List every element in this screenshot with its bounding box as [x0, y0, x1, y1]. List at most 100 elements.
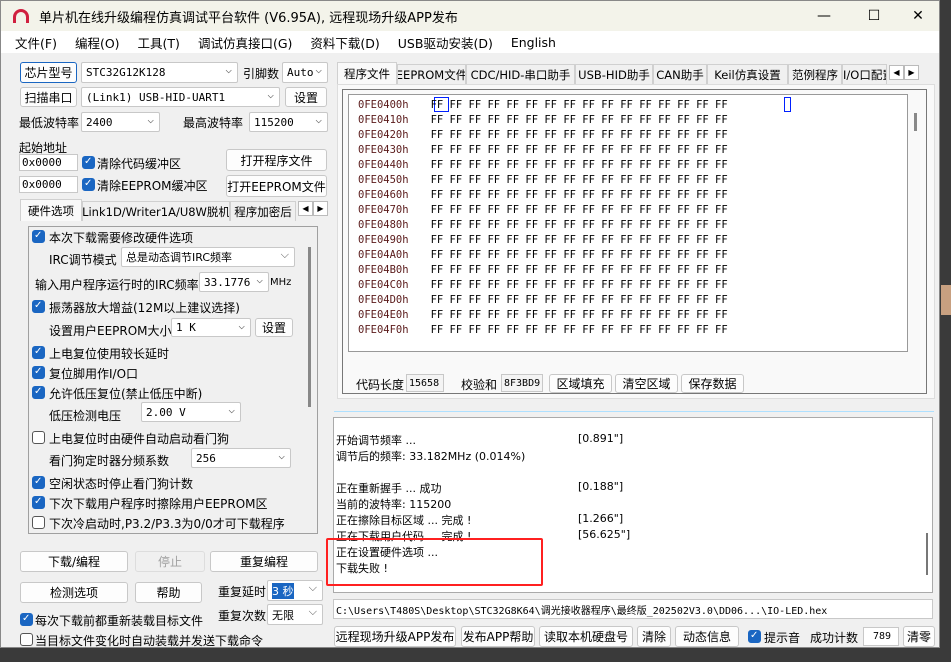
modify-hw-options-label: 本次下载需要修改硬件选项 [49, 231, 194, 245]
menu-file[interactable]: 文件(F) [15, 33, 57, 52]
hex-address: 0FE04A0h [358, 249, 409, 261]
chip-model-button[interactable]: 芯片型号 [20, 62, 77, 83]
hex-bytes: FF FF FF FF FF FF FF FF FF FF FF FF FF F… [430, 324, 728, 336]
minimize-button[interactable]: — [801, 1, 847, 31]
hex-row: 0FE0480h FF FF FF FF FF FF FF FF FF FF FF… [358, 219, 728, 234]
save-data-button[interactable]: 保存数据 [681, 374, 744, 393]
hex-scrollbar[interactable] [914, 113, 917, 131]
open-eeprom-file-button[interactable]: 打开EEPROM文件 [226, 175, 327, 197]
code-length-label: 代码长度 [356, 378, 405, 392]
menu-tools[interactable]: 工具(T) [138, 33, 180, 52]
tab-encryption[interactable]: 程序加密后 [230, 201, 296, 221]
repeat-program-button[interactable]: 重复编程 [210, 551, 318, 572]
stop-button[interactable]: 停止 [135, 551, 205, 572]
clear-area-button[interactable]: 清空区域 [615, 374, 678, 393]
download-program-button[interactable]: 下载/编程 [20, 551, 128, 572]
cold-boot-checkbox[interactable] [32, 516, 45, 529]
read-disk-id-button[interactable]: 读取本机硬盘号 [539, 626, 633, 647]
tab-keil-sim[interactable]: Keil仿真设置 [707, 64, 788, 84]
menu-downloads[interactable]: 资料下载(D) [310, 33, 379, 52]
hex-row: 0FE0440h FF FF FF FF FF FF FF FF FF FF FF… [358, 159, 728, 174]
menu-program[interactable]: 编程(O) [75, 33, 120, 52]
tab-eeprom-file[interactable]: EEPROM文件 [397, 64, 466, 84]
tab-usb-hid[interactable]: USB-HID助手 [575, 64, 653, 84]
modify-hw-options-checkbox[interactable] [32, 230, 45, 243]
chip-select[interactable]: STC32G12K128 [81, 62, 238, 83]
close-button[interactable]: ✕ [895, 1, 941, 31]
osc-gain-checkbox[interactable] [32, 300, 45, 313]
clear-code-buffer-checkbox[interactable] [82, 156, 95, 169]
low-voltage-select[interactable]: 2.00 V [141, 402, 241, 422]
menu-usb-driver[interactable]: USB驱动安装(D) [398, 33, 493, 52]
tab-offline-writer[interactable]: Link1D/Writer1A/U8W脱机 [82, 201, 230, 221]
log-scrollbar[interactable] [926, 533, 928, 575]
hex-bytes: FF FF FF FF FF FF FF FF FF FF FF FF FF F… [430, 234, 728, 246]
right-tab-scroll-right-icon[interactable]: ▶ [904, 65, 919, 80]
hex-bytes: FF FF FF FF FF FF FF FF FF FF FF FF FF F… [430, 129, 728, 141]
open-program-file-button[interactable]: 打开程序文件 [226, 149, 327, 171]
hex-bytes: FF FF FF FF FF FF FF FF FF FF FF FF FF F… [430, 219, 728, 231]
desktop-avatar [941, 285, 951, 315]
reset-count-button[interactable]: 清零 [903, 626, 935, 647]
hex-address: 0FE0470h [358, 204, 409, 216]
fill-area-button[interactable]: 区域填充 [549, 374, 612, 393]
options-scrollbar[interactable] [308, 247, 311, 407]
dynamic-info-button[interactable]: 动态信息 [675, 626, 739, 647]
app-logo-icon [13, 9, 29, 23]
lvr-label: 允许低压复位(禁止低压中断) [49, 387, 203, 401]
tab-cdc-hid-serial[interactable]: CDC/HID-串口助手 [466, 64, 575, 84]
clear-eeprom-buffer-checkbox[interactable] [82, 178, 95, 191]
min-baud-select[interactable]: 2400 [81, 112, 160, 132]
code-start-address-input[interactable]: 0x0000 [19, 154, 78, 171]
check-options-button[interactable]: 检测选项 [20, 582, 128, 603]
auto-reload-label: 当目标文件变化时自动装载并发送下载命令 [35, 634, 264, 648]
reload-target-checkbox[interactable] [20, 613, 33, 626]
max-baud-select[interactable]: 115200 [249, 112, 328, 132]
tab-program-file[interactable]: 程序文件 [337, 62, 397, 84]
help-button[interactable]: 帮助 [135, 582, 202, 603]
port-settings-button[interactable]: 设置 [285, 87, 327, 107]
repeat-count-select[interactable]: 无限 [267, 604, 323, 625]
remote-app-publish-button[interactable]: 远程现场升级APP发布 [334, 626, 456, 647]
long-delay-checkbox[interactable] [32, 346, 45, 359]
hex-view[interactable]: 0FE0400h FF FF FF FF FF FF FF FF FF FF FF… [348, 94, 917, 352]
tab-can[interactable]: CAN助手 [653, 64, 707, 84]
hex-row: 0FE0400h FF FF FF FF FF FF FF FF FF FF FF… [358, 99, 728, 114]
tab-hardware-options[interactable]: 硬件选项 [20, 199, 82, 221]
repeat-delay-select[interactable]: 3 秒 [267, 580, 323, 601]
splitter[interactable] [334, 411, 934, 412]
app-help-button[interactable]: 发布APP帮助 [461, 626, 535, 647]
wdt-auto-checkbox[interactable] [32, 431, 45, 444]
eeprom-start-address-input[interactable]: 0x0000 [19, 176, 78, 193]
menu-english[interactable]: English [511, 35, 556, 50]
pins-select[interactable]: Auto [282, 62, 328, 83]
tab-scroll-right-icon[interactable]: ▶ [313, 201, 328, 216]
wdt-idle-checkbox[interactable] [32, 476, 45, 489]
success-count-value: 789 [863, 627, 899, 646]
success-count-label: 成功计数 [810, 631, 859, 645]
log-line: 调节后的频率: 33.182MHz (0.014%) [336, 450, 526, 463]
eeprom-size-set-button[interactable]: 设置 [255, 318, 293, 337]
tab-scroll-left-icon[interactable]: ◀ [298, 201, 313, 216]
reset-io-checkbox[interactable] [32, 366, 45, 379]
checksum-value: 8F3BD9 [501, 374, 543, 392]
tab-io-config[interactable]: I/O口配置 [842, 64, 887, 84]
eeprom-size-select[interactable]: 1 K [171, 318, 251, 337]
irc-freq-label: 输入用户程序运行时的IRC频率 [35, 278, 199, 292]
auto-reload-checkbox[interactable] [20, 633, 33, 646]
tab-examples[interactable]: 范例程序 [788, 64, 842, 84]
maximize-button[interactable]: ☐ [851, 1, 897, 31]
output-log[interactable]: 开始调节频率 ... [0.891"] 调节后的频率: 33.182MHz (0.0… [326, 417, 933, 593]
irc-mode-select[interactable]: 总是动态调节IRC频率 [121, 247, 295, 267]
scan-port-button[interactable]: 扫描串口 [20, 87, 77, 107]
erase-eeprom-label: 下次下载用户程序时擦除用户EEPROM区 [49, 497, 268, 511]
right-tab-scroll-left-icon[interactable]: ◀ [889, 65, 904, 80]
clear-log-button[interactable]: 清除 [637, 626, 671, 647]
irc-freq-select[interactable]: 33.1776 [199, 272, 269, 292]
port-select[interactable]: (Link1) USB-HID-UART1 [81, 87, 280, 107]
beep-checkbox[interactable] [748, 630, 761, 643]
wdt-divider-select[interactable]: 256 [191, 448, 291, 468]
menu-debug[interactable]: 调试仿真接口(G) [198, 33, 292, 52]
lvr-checkbox[interactable] [32, 386, 45, 399]
erase-eeprom-checkbox[interactable] [32, 496, 45, 509]
